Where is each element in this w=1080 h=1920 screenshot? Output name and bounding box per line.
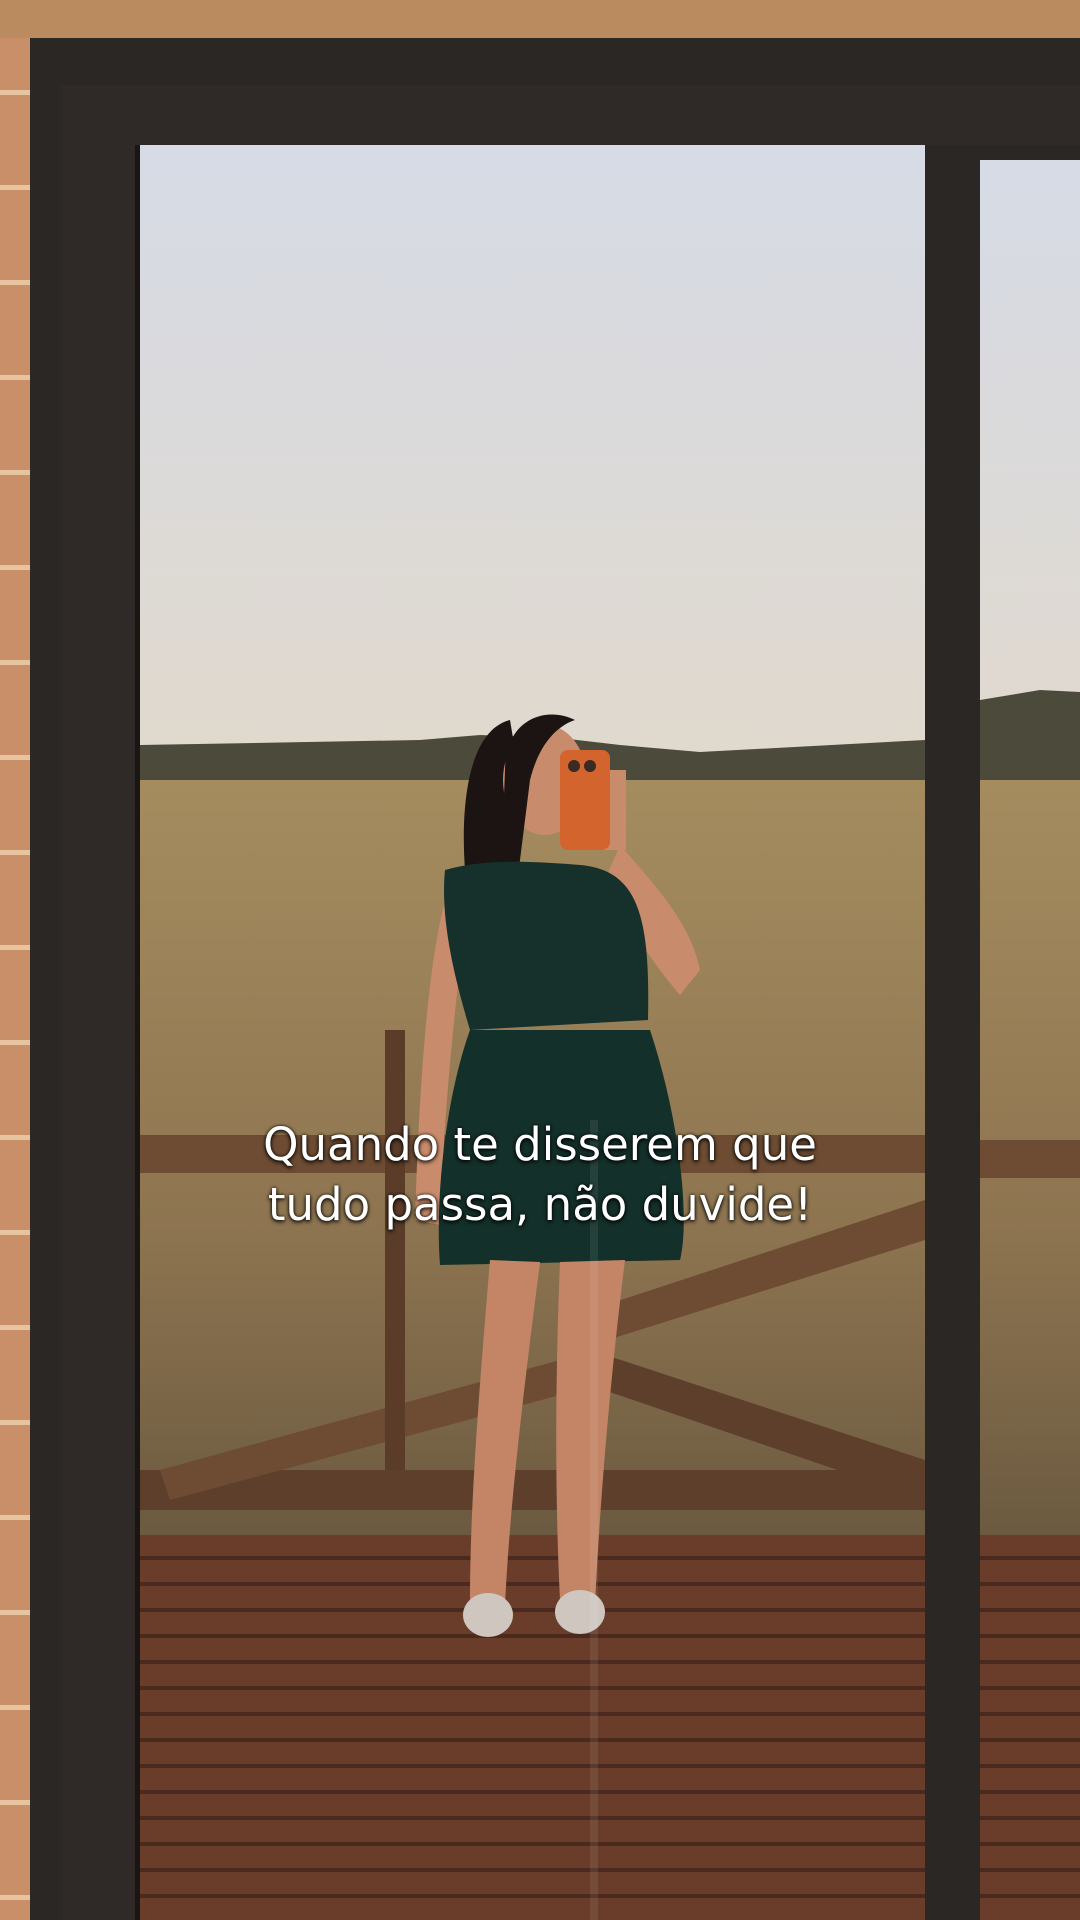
- caption-line-2: tudo passa, não duvide!: [267, 1178, 813, 1231]
- caption-line-1: Quando te disserem que: [263, 1118, 817, 1171]
- mirror-selfie-photo: [0, 0, 1080, 1920]
- side-pane: [980, 160, 1080, 1920]
- mullion: [925, 85, 980, 1920]
- wooden-lintel: [0, 0, 1080, 38]
